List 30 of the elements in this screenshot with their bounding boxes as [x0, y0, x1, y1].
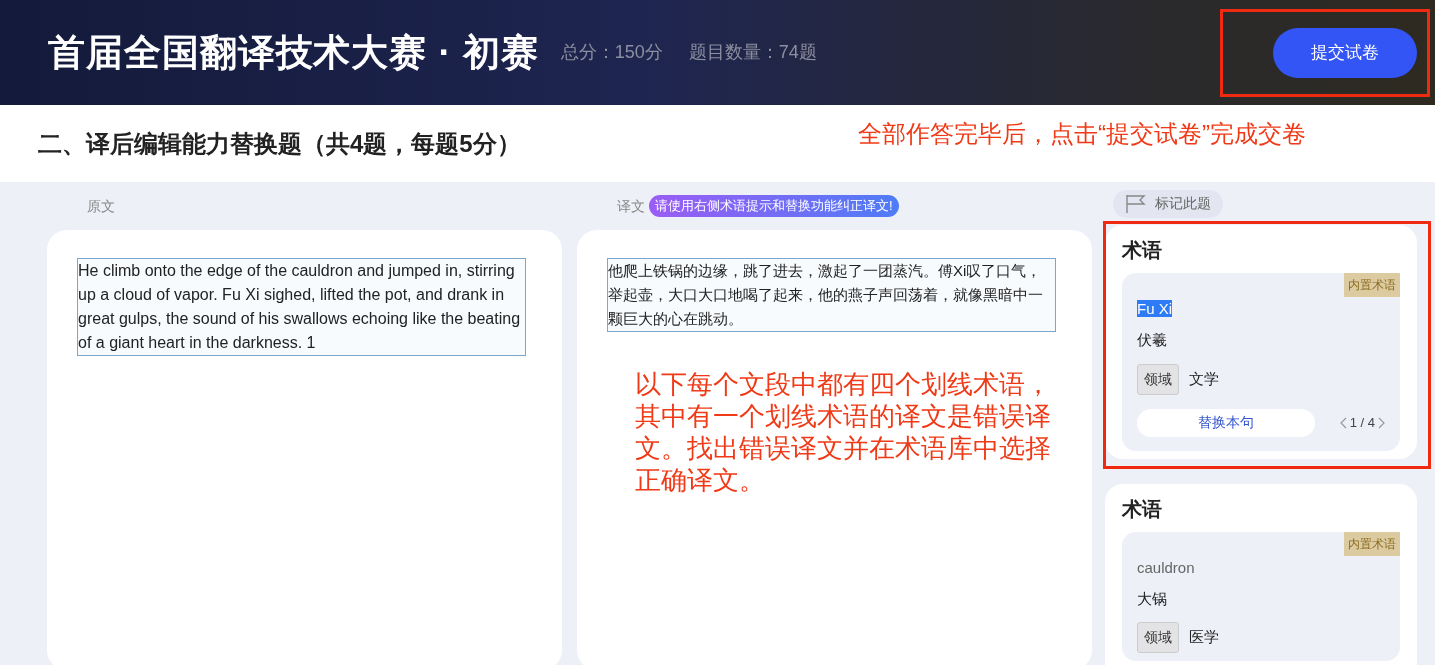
column-label: 原文	[87, 196, 115, 216]
builtin-badge: 内置术语	[1344, 531, 1400, 556]
source-segment[interactable]: He climb onto the edge of the cauldron and jumped in, stirring up a cloud of vapor. Fu Xi sighed, lifted the pot, and drank in great gulps, the sound of his swallows echoing like the beating of a giant heart in the darkness. 1	[77, 258, 526, 356]
mark-button[interactable]: 标记此题	[1113, 189, 1223, 218]
total-score: 总分：150分	[560, 41, 663, 64]
submit-button[interactable]: 提交试卷	[1273, 27, 1417, 78]
target-segment[interactable]: 他爬上铁锅的边缘，跳了进去，激起了一团蒸汽。傅Xi叹了口气，举起壶，大口大口地喝了起来，他的燕子声回荡着，就像黑暗中一颗巨大的心在跳动。	[607, 258, 1056, 332]
domain-label: 领域	[1137, 622, 1179, 653]
annotation-note: 全部作答完毕后，点击“提交试卷”完成交卷	[858, 119, 1306, 149]
term-translation: 大锅	[1137, 588, 1168, 609]
card-title: 术语	[1122, 238, 1163, 263]
term-source: cauldron	[1137, 558, 1195, 576]
flag-icon	[1125, 193, 1147, 214]
previous-icon[interactable]	[1339, 416, 1347, 429]
domain-value: 文学	[1189, 368, 1219, 389]
annotation-note: 以下每个文段中都有四个划线术语，其中有一个划线术语的译文是错误译文。找出错误译文并在术语库中选择正确译文。	[635, 368, 1052, 496]
section-title: 二、译后编辑能力替换题（共4题，每题5分）	[38, 128, 521, 159]
page-title: 首届全国翻译技术大赛 · 初赛	[48, 30, 539, 75]
term-translation: 伏羲	[1137, 330, 1168, 350]
hint-badge: 请使用右侧术语提示和替换功能纠正译文!	[649, 195, 899, 217]
builtin-badge: 内置术语	[1344, 273, 1400, 297]
page-indicator: 1 / 4	[1349, 413, 1375, 432]
column-label: 译文	[617, 196, 645, 216]
next-icon[interactable]	[1378, 416, 1385, 429]
term-source: Fu Xi	[1137, 300, 1172, 317]
card-title: 术语	[1122, 496, 1163, 522]
domain-value: 医学	[1189, 627, 1219, 648]
domain-label: 领域	[1137, 363, 1179, 395]
question-count: 题目数量：74题	[688, 41, 817, 64]
replace-button[interactable]: 替换本句	[1137, 408, 1315, 437]
